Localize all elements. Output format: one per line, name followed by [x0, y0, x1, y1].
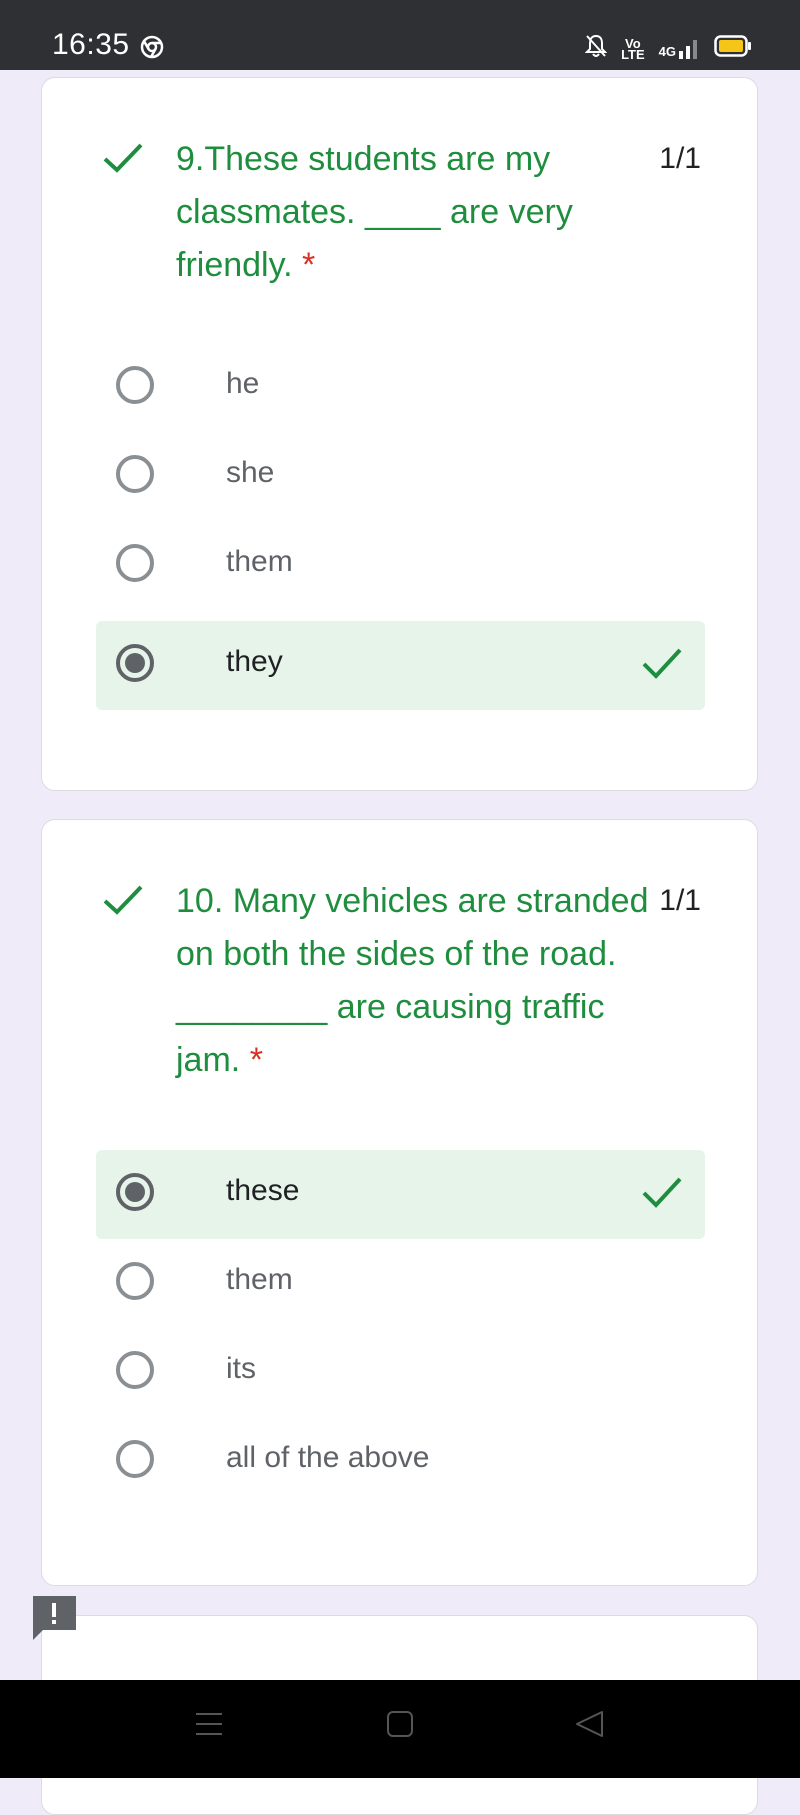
option-them[interactable]: them: [96, 521, 705, 610]
option-label: these: [226, 1174, 300, 1207]
question-text: 9.These students are my classmates. ____…: [176, 133, 666, 292]
report-feedback-icon[interactable]: [31, 1596, 76, 1640]
option-he[interactable]: he: [96, 343, 705, 432]
option-its[interactable]: its: [96, 1328, 705, 1417]
option-these[interactable]: these: [96, 1150, 705, 1239]
radio-button[interactable]: [116, 1440, 154, 1478]
question-score: 1/1: [659, 884, 701, 917]
home-icon[interactable]: [386, 1710, 414, 1743]
navigation-bar: [0, 1680, 800, 1778]
volte-icon: Vo LTE: [621, 37, 645, 62]
radio-button[interactable]: [116, 544, 154, 582]
question-card-9: 9.These students are my classmates. ____…: [41, 77, 758, 791]
radio-button-selected[interactable]: [116, 644, 154, 682]
status-bar: 16:35 Vo LTE 4G: [0, 0, 800, 70]
correct-check-icon: [102, 884, 144, 921]
radio-button[interactable]: [116, 1262, 154, 1300]
question-text: 10. Many vehicles are stranded on both t…: [176, 875, 666, 1087]
option-they[interactable]: they: [96, 621, 705, 710]
correct-answer-check-icon: [641, 1175, 683, 1214]
option-she[interactable]: she: [96, 432, 705, 521]
option-label: she: [226, 456, 275, 489]
option-them[interactable]: them: [96, 1239, 705, 1328]
correct-answer-check-icon: [641, 646, 683, 685]
menu-icon[interactable]: [195, 1710, 223, 1743]
radio-button[interactable]: [116, 366, 154, 404]
required-asterisk: *: [249, 1041, 263, 1079]
required-asterisk: *: [301, 246, 316, 284]
radio-button[interactable]: [116, 1351, 154, 1389]
option-label: them: [226, 1263, 293, 1296]
status-icons: Vo LTE 4G: [584, 34, 752, 63]
correct-check-icon: [102, 142, 144, 179]
question-text-content: 9.These students are my classmates. ____…: [176, 140, 573, 284]
option-all-of-the-above[interactable]: all of the above: [96, 1417, 705, 1506]
question-score: 1/1: [659, 142, 701, 175]
option-label: them: [226, 545, 293, 578]
radio-button[interactable]: [116, 455, 154, 493]
volte-bottom: LTE: [621, 46, 645, 62]
chrome-icon: [140, 35, 164, 64]
question-text-content: 10. Many vehicles are stranded on both t…: [176, 882, 649, 1079]
battery-icon: [714, 34, 752, 63]
bell-off-icon: [584, 34, 608, 63]
status-time: 16:35: [52, 28, 130, 61]
option-label: they: [226, 645, 283, 678]
back-icon[interactable]: [574, 1710, 604, 1743]
radio-button-selected[interactable]: [116, 1173, 154, 1211]
option-label: its: [226, 1352, 256, 1385]
option-label: all of the above: [226, 1441, 430, 1474]
network-type: 4G: [658, 43, 676, 59]
question-card-10: 10. Many vehicles are stranded on both t…: [41, 819, 758, 1586]
4g-signal-icon: 4G: [659, 39, 700, 59]
option-label: he: [226, 367, 260, 400]
